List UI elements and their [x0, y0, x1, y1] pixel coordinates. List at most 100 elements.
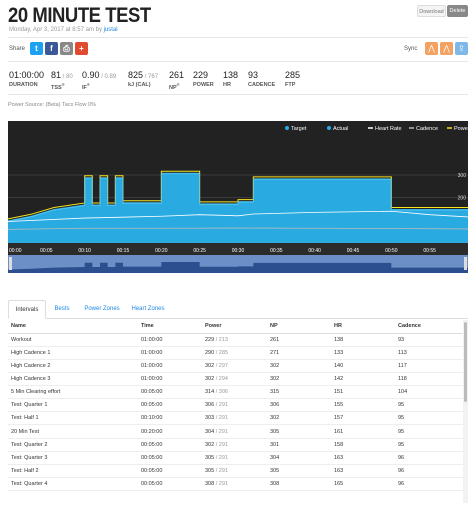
- stat-label: kJ (CAL): [128, 82, 151, 88]
- strava-sync-button[interactable]: ⋀: [425, 42, 438, 55]
- power-target: / 213: [215, 336, 228, 343]
- cell-power: 290 / 285: [202, 346, 267, 360]
- table-row[interactable]: Test: Quarter 3 00:05:00 305 / 291 304 163 96: [8, 451, 463, 465]
- legend-item-actual[interactable]: Actual: [327, 126, 348, 132]
- cell-np: 305: [267, 424, 331, 439]
- range-handle-left[interactable]: [9, 257, 12, 270]
- cell-name: Workout: [8, 333, 138, 347]
- cell-np: 315: [267, 385, 331, 400]
- stat-np: 261 NP®: [169, 70, 184, 91]
- stat-value: 81: [51, 70, 62, 80]
- x-tick-label: 00:55: [423, 248, 436, 254]
- stat-value: 138: [223, 70, 239, 80]
- legend-item-target[interactable]: Target: [285, 126, 307, 132]
- stat-value: 285: [285, 70, 301, 80]
- table-row[interactable]: Test: Half 2 00:05:00 305 / 291 305 163 96: [8, 464, 463, 479]
- cell-time: 00:05:00: [138, 398, 202, 413]
- column-header-power[interactable]: Power: [202, 320, 267, 334]
- stat-label: FTP: [285, 82, 296, 88]
- table-row[interactable]: High Cadence 2 01:00:00 302 / 297 302 140 117: [8, 359, 463, 373]
- cell-hr: 165: [331, 477, 395, 492]
- power-target: / 306: [215, 389, 228, 396]
- stat-power: 229 POWER: [193, 70, 214, 88]
- cell-np: 271: [267, 346, 331, 360]
- cell-cadence: 96: [395, 451, 463, 465]
- workout-chart-svg[interactable]: Target Actual Heart Rate Cadence Power 300 200…: [7, 121, 470, 281]
- upload-sync-button[interactable]: ⇪: [455, 42, 468, 55]
- scrollbar-thumb[interactable]: [464, 322, 467, 402]
- cell-np: 308: [267, 477, 331, 492]
- facebook-share-button[interactable]: f: [45, 42, 58, 55]
- cell-power: 308 / 291: [202, 477, 267, 492]
- cell-name: Test: Quarter 1: [8, 398, 138, 413]
- x-tick-label: 00:45: [347, 248, 360, 254]
- table-row[interactable]: 20 Min Test 00:20:00 304 / 291 305 161 95: [8, 424, 463, 439]
- table-row[interactable]: High Cadence 1 01:00:00 290 / 285 271 133 113: [8, 346, 463, 360]
- x-tick-label: 00:30: [232, 248, 245, 254]
- cell-time: 00:05:00: [138, 385, 202, 400]
- stat-value: 0.90: [82, 70, 100, 80]
- tab-intervals[interactable]: Intervals: [8, 300, 46, 319]
- power-target: / 297: [215, 362, 228, 369]
- legend-label: Heart Rate: [375, 126, 402, 132]
- x-tick-label: 00:15: [117, 248, 130, 254]
- cell-hr: 142: [331, 372, 395, 387]
- legend-swatch: [327, 126, 331, 130]
- cell-hr: 138: [331, 333, 395, 347]
- column-header-np[interactable]: NP: [267, 320, 331, 334]
- stat-label: POWER: [193, 82, 214, 88]
- trademark-mark: ®: [61, 82, 65, 87]
- stat-target: / 0.89: [99, 74, 117, 80]
- cell-name: High Cadence 2: [8, 359, 138, 373]
- twitter-share-button[interactable]: t: [30, 42, 43, 55]
- workout-meta: Monday, Apr 3, 2017 at 8:57 am by justal: [9, 27, 118, 33]
- download-button[interactable]: Download: [417, 5, 446, 17]
- column-header-time[interactable]: Time: [138, 320, 202, 334]
- cell-cadence: 95: [395, 398, 463, 413]
- cell-cadence: 93: [395, 333, 463, 347]
- tab-bests[interactable]: Bests: [46, 300, 78, 319]
- divider: [8, 94, 468, 95]
- column-header-name[interactable]: Name: [8, 320, 138, 334]
- cell-time: 01:00:00: [138, 346, 202, 360]
- legend-label: Power: [454, 126, 468, 132]
- power-target: / 294: [215, 375, 228, 382]
- cell-np: 302: [267, 359, 331, 373]
- x-tick-label: 00:50: [385, 248, 398, 254]
- cell-hr: 157: [331, 411, 395, 426]
- tab-heart-zones[interactable]: Heart Zones: [126, 300, 170, 319]
- legend-item-power[interactable]: Power: [447, 126, 470, 132]
- power-value: 302: [205, 375, 216, 382]
- table-row[interactable]: Workout 01:00:00 229 / 213 261 138 93: [8, 333, 463, 347]
- table-row[interactable]: High Cadence 3 01:00:00 302 / 294 302 142 118: [8, 372, 463, 387]
- table-row[interactable]: Test: Half 1 00:10:00 303 / 291 302 157 95: [8, 411, 463, 426]
- legend-item-heart-rate[interactable]: Heart Rate: [368, 126, 402, 132]
- training-peaks-sync-button[interactable]: ⋀: [440, 42, 453, 55]
- workout-chart[interactable]: Target Actual Heart Rate Cadence Power 300 200…: [7, 121, 470, 281]
- cell-power: 229 / 213: [202, 333, 267, 347]
- column-header-cadence[interactable]: Cadence: [395, 320, 463, 334]
- stat-kj-cal: 825 / 767 kJ (CAL): [128, 70, 158, 88]
- stat-duration: 01:00:00 DURATION: [9, 70, 44, 88]
- cell-name: 20 Min Test: [8, 424, 138, 439]
- print-share-button[interactable]: ⎙: [60, 42, 73, 55]
- power-value: 314: [205, 389, 216, 396]
- range-handle-right[interactable]: [464, 257, 467, 270]
- delete-button[interactable]: Delete: [447, 5, 468, 17]
- column-header-hr[interactable]: HR: [331, 320, 395, 334]
- author-link[interactable]: justal: [104, 27, 118, 33]
- table-row[interactable]: Test: Quarter 1 00:05:00 306 / 291 306 155 95: [8, 398, 463, 413]
- google-plus-icon: +: [79, 44, 84, 53]
- x-tick-label: 00:00: [9, 248, 22, 254]
- power-value: 229: [205, 336, 216, 343]
- table-row[interactable]: 5 Min Clearing effort 00:05:00 314 / 306 31…: [8, 385, 463, 400]
- cell-np: 306: [267, 398, 331, 413]
- google-plus-share-button[interactable]: +: [75, 42, 88, 55]
- power-target: / 291: [215, 467, 228, 474]
- tab-power-zones[interactable]: Power Zones: [78, 300, 126, 319]
- legend-item-cadence[interactable]: Cadence: [409, 126, 438, 132]
- x-tick-label: 00:20: [155, 248, 168, 254]
- table-row[interactable]: Test: Quarter 4 00:05:00 308 / 291 308 165 96: [8, 477, 463, 492]
- stat-cadence: 93 CADENCE: [248, 70, 275, 88]
- table-row[interactable]: Test: Quarter 2 00:05:00 302 / 291 301 158 95: [8, 438, 463, 452]
